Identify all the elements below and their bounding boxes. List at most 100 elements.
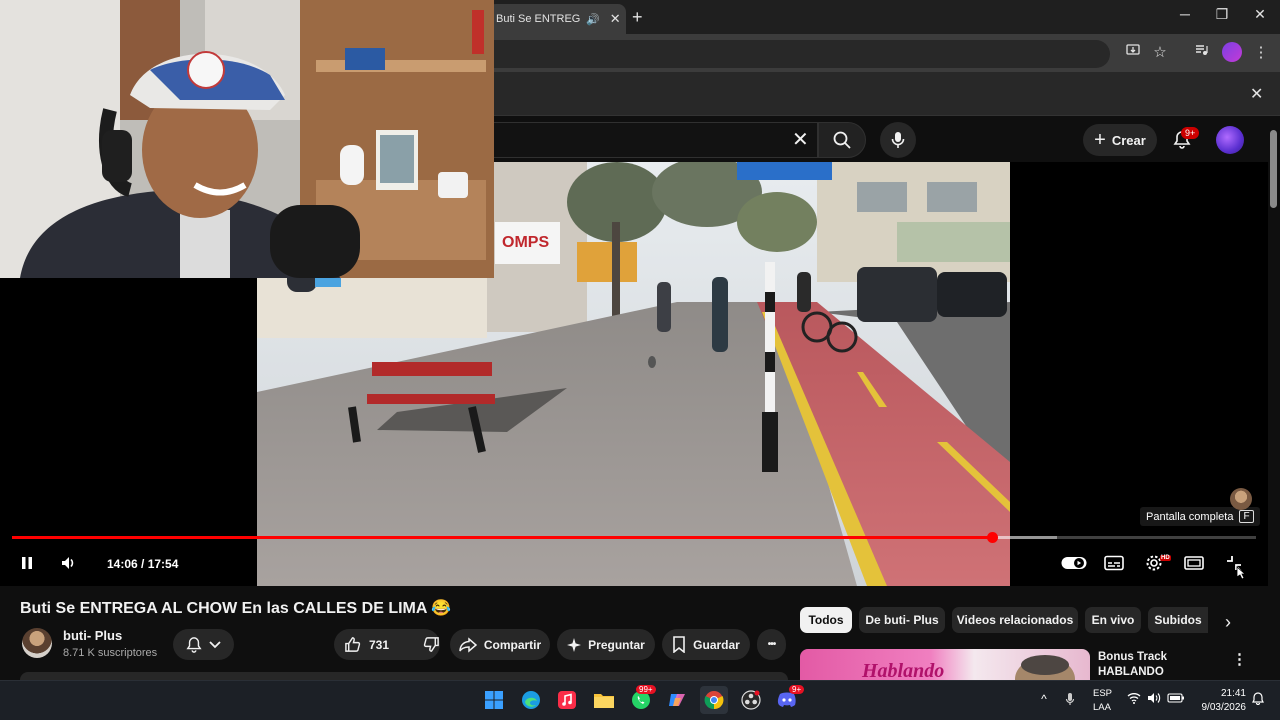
channel-watermark[interactable] <box>1230 488 1252 510</box>
recommended-video-menu-icon[interactable]: ⋮ <box>1232 650 1247 668</box>
browser-menu-icon[interactable]: ⋮ <box>1250 43 1272 61</box>
chip-related[interactable]: Videos relacionados <box>952 607 1078 633</box>
streamer-webcam-image <box>0 0 494 278</box>
pause-icon <box>22 557 32 569</box>
ask-label: Preguntar <box>588 637 645 652</box>
bookmark-icon <box>673 636 685 653</box>
video-title: Buti Se ENTREGA AL CHOW En las CALLES DE… <box>20 600 452 617</box>
chip-live[interactable]: En vivo <box>1085 607 1141 633</box>
browser-profile-avatar[interactable] <box>1222 42 1242 62</box>
plus-icon: + <box>1094 129 1106 151</box>
more-actions-button[interactable]: ••• <box>757 629 786 660</box>
voice-search-button[interactable] <box>880 122 916 158</box>
scrollbar-thumb[interactable] <box>1270 130 1277 208</box>
subtitles-button[interactable] <box>1101 551 1127 575</box>
tab-close-icon[interactable]: ✕ <box>610 11 621 27</box>
time-display: 14:06 / 17:54 <box>100 554 186 574</box>
autoplay-toggle-icon <box>1061 557 1087 569</box>
subscriber-count: 8.71 K suscriptores <box>63 647 158 659</box>
save-label: Guardar <box>693 637 740 652</box>
discord-badge: 9+ <box>789 685 805 694</box>
tab-title: Buti Se ENTREGA AL CHOW <box>496 13 580 25</box>
description-box[interactable] <box>20 672 788 680</box>
media-controls-icon[interactable] <box>1190 43 1212 61</box>
search-icon <box>833 131 851 149</box>
progress-scrubber-handle[interactable] <box>987 532 998 543</box>
chip-uploads[interactable]: Subidos <box>1148 607 1208 633</box>
start-button[interactable] <box>480 686 508 714</box>
webcam-overlay <box>0 0 494 278</box>
autoplay-toggle[interactable] <box>1060 551 1088 575</box>
info-bar-close-icon[interactable]: ✕ <box>1250 84 1263 104</box>
theater-mode-icon <box>1184 556 1204 570</box>
create-button[interactable]: + Crear <box>1083 124 1157 156</box>
save-button[interactable]: Guardar <box>662 629 750 660</box>
theater-mode-button[interactable] <box>1181 551 1207 575</box>
taskbar-file-explorer[interactable] <box>590 686 618 714</box>
bookmark-star-icon[interactable]: ☆ <box>1149 43 1171 61</box>
like-count: 731 <box>369 637 390 652</box>
close-window-button[interactable]: ✕ <box>1245 6 1275 23</box>
speaker-icon[interactable] <box>1146 692 1162 707</box>
share-button[interactable]: Compartir <box>450 629 550 660</box>
install-app-icon[interactable] <box>1122 43 1144 61</box>
battery-icon[interactable] <box>1167 692 1184 706</box>
subscription-notifications-button[interactable] <box>173 629 234 660</box>
channel-avatar[interactable] <box>22 628 52 658</box>
chips-next-icon[interactable]: › <box>1218 612 1238 632</box>
whatsapp-badge: 99+ <box>636 685 656 694</box>
recommended-video-thumbnail[interactable]: Hablando <box>800 649 1090 680</box>
volume-icon <box>62 557 74 569</box>
music-icon <box>558 691 576 709</box>
clock-time[interactable]: 21:41 <box>1206 688 1246 699</box>
maximize-button[interactable]: ❐ <box>1207 6 1237 23</box>
notification-center-icon[interactable] <box>1250 692 1266 708</box>
folder-icon <box>594 694 614 708</box>
search-clear-icon[interactable]: ✕ <box>792 127 809 152</box>
captions-icon <box>1104 555 1124 571</box>
address-bar[interactable] <box>470 40 1110 68</box>
taskbar-chrome[interactable] <box>700 686 728 714</box>
taskbar-music[interactable] <box>553 686 581 714</box>
minimize-button[interactable]: ─ <box>1170 6 1200 22</box>
channel-name[interactable]: buti- Plus <box>63 628 122 643</box>
mouse-cursor <box>1236 566 1247 585</box>
wifi-icon[interactable] <box>1126 692 1142 707</box>
like-button[interactable]: 731 <box>344 636 389 653</box>
thumbs-up-icon <box>345 637 361 652</box>
ask-button[interactable]: Preguntar <box>557 629 655 660</box>
tray-overflow-chevron-icon[interactable]: ^ <box>1036 692 1052 706</box>
obs-icon <box>741 690 761 710</box>
chevron-down-icon <box>209 640 221 648</box>
sparkle-icon <box>567 637 582 652</box>
new-tab-button[interactable]: + <box>632 7 643 28</box>
chip-from-channel[interactable]: De buti- Plus <box>859 607 945 633</box>
tray-microphone-icon[interactable] <box>1062 692 1078 709</box>
progress-played <box>12 536 992 539</box>
account-avatar[interactable] <box>1216 126 1244 154</box>
dislike-button[interactable] <box>423 636 440 653</box>
fullscreen-shortcut-key: F <box>1239 510 1254 523</box>
chip-all[interactable]: Todos <box>800 607 852 633</box>
create-label: Crear <box>1111 132 1146 148</box>
share-label: Compartir <box>483 637 542 652</box>
edge-icon <box>522 691 540 709</box>
taskbar-copilot[interactable] <box>663 686 691 714</box>
taskbar-obs[interactable] <box>737 686 765 714</box>
clock-date[interactable]: 9/03/2026 <box>1198 702 1247 713</box>
svg-text:OMPS: OMPS <box>502 234 549 251</box>
taskbar-edge[interactable] <box>517 686 545 714</box>
like-dislike-group: 731 <box>334 629 440 660</box>
chrome-icon <box>704 691 724 710</box>
thumbnail-logo-text: Hablando <box>861 660 944 680</box>
volume-button[interactable] <box>56 551 82 575</box>
windows-logo-icon <box>485 691 503 709</box>
tab-audio-icon[interactable]: 🔊 <box>586 13 600 26</box>
browser-tab[interactable]: Buti Se ENTREGA AL CHOW 🔊 ✕ <box>488 4 626 34</box>
pause-button[interactable] <box>14 551 40 575</box>
microphone-icon <box>891 132 905 148</box>
language-indicator-top[interactable]: ESP <box>1093 688 1112 699</box>
share-icon <box>459 636 477 653</box>
search-button[interactable] <box>818 122 866 158</box>
language-indicator-bottom[interactable]: LAA <box>1093 702 1111 713</box>
